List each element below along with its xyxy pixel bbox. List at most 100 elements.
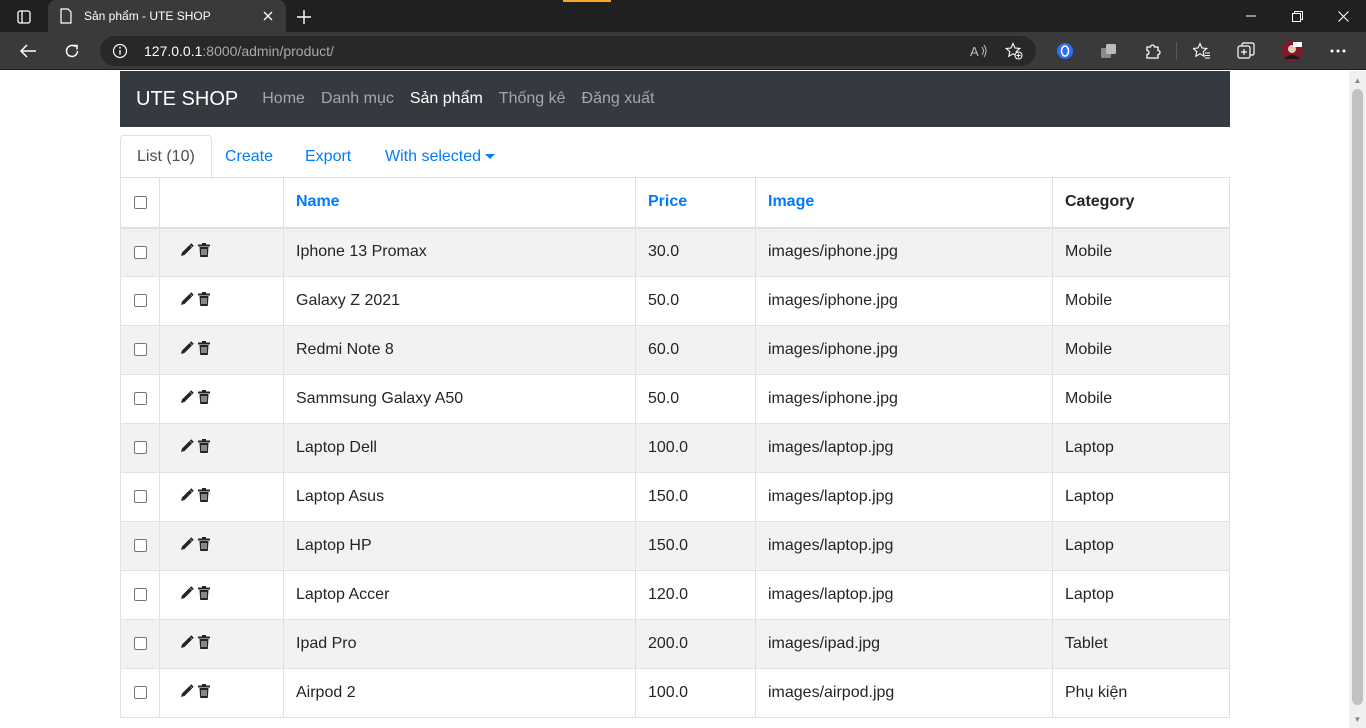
scroll-up-icon[interactable]: ▲ (1349, 72, 1366, 88)
cell-price: 50.0 (635, 374, 756, 424)
cell-image: images/iphone.jpg (755, 374, 1053, 424)
tab-close-icon[interactable] (260, 8, 276, 24)
restore-icon[interactable] (1274, 0, 1320, 32)
delete-trash-icon[interactable] (198, 487, 210, 507)
address-bar[interactable]: 127.0.0.1:8000/admin/product/ A (100, 36, 1036, 66)
row-select-cell (120, 374, 160, 424)
row-checkbox[interactable] (134, 637, 147, 651)
cell-name: Laptop Dell (283, 423, 636, 473)
table-row: Sammsung Galaxy A50 50.0 images/iphone.jpg… (120, 374, 1230, 424)
edit-pencil-icon[interactable] (180, 634, 194, 654)
delete-trash-icon[interactable] (198, 683, 210, 703)
new-tab-icon[interactable] (292, 6, 316, 28)
nav-link-thong-ke[interactable]: Thống kê (491, 90, 574, 108)
cell-category: Laptop (1052, 423, 1230, 473)
table-row: Laptop Dell 100.0 images/laptop.jpg Laptop (120, 423, 1230, 473)
row-checkbox[interactable] (134, 490, 147, 504)
site-info-icon[interactable] (112, 43, 128, 59)
row-checkbox[interactable] (134, 441, 147, 455)
header-select-all-cell (120, 177, 160, 229)
close-window-icon[interactable] (1320, 0, 1366, 32)
tab-list[interactable]: List (10) (120, 135, 212, 179)
read-aloud-icon[interactable]: A (964, 36, 994, 66)
delete-trash-icon[interactable] (198, 585, 210, 605)
add-favorite-icon[interactable] (999, 36, 1029, 66)
cell-image: images/iphone.jpg (755, 325, 1053, 375)
cell-category: Mobile (1052, 325, 1230, 375)
nav-link-danh-muc[interactable]: Danh mục (313, 90, 402, 108)
nav-link-home[interactable]: Home (254, 90, 313, 108)
extensions-icon[interactable] (1138, 37, 1168, 65)
tab-create[interactable]: Create (209, 135, 289, 178)
scroll-thumb[interactable] (1352, 89, 1363, 705)
cell-image: images/laptop.jpg (755, 423, 1053, 473)
cell-price: 150.0 (635, 521, 756, 571)
tab-with-selected[interactable]: With selected (369, 135, 511, 178)
svg-text:A: A (970, 44, 979, 58)
refresh-icon[interactable] (57, 37, 87, 65)
header-image[interactable]: Image (755, 177, 1053, 229)
delete-trash-icon[interactable] (198, 634, 210, 654)
tab-actions-icon[interactable] (10, 6, 38, 28)
delete-trash-icon[interactable] (198, 340, 210, 360)
edit-pencil-icon[interactable] (180, 487, 194, 507)
cell-name: Sammsung Galaxy A50 (283, 374, 636, 424)
row-checkbox[interactable] (134, 539, 147, 553)
row-checkbox[interactable] (134, 245, 147, 259)
cell-category: Mobile (1052, 227, 1230, 277)
cell-image: images/laptop.jpg (755, 570, 1053, 620)
extension-blue-icon[interactable] (1050, 37, 1080, 65)
more-options-icon[interactable] (1323, 37, 1353, 65)
table-row: Redmi Note 8 60.0 images/iphone.jpg Mobile (120, 325, 1230, 375)
profile-avatar[interactable] (1277, 37, 1307, 65)
select-all-checkbox[interactable] (134, 195, 147, 209)
cell-category: Mobile (1052, 276, 1230, 326)
page-scrollbar[interactable]: ▲ ▼ (1349, 71, 1366, 728)
delete-trash-icon[interactable] (198, 291, 210, 311)
edit-pencil-icon[interactable] (180, 438, 194, 458)
favorites-icon[interactable] (1187, 37, 1217, 65)
header-price[interactable]: Price (635, 177, 756, 229)
delete-trash-icon[interactable] (198, 242, 210, 262)
edit-pencil-icon[interactable] (180, 243, 194, 262)
delete-trash-icon[interactable] (198, 536, 210, 556)
header-category: Category (1052, 177, 1230, 229)
row-checkbox[interactable] (134, 343, 147, 357)
back-icon[interactable] (13, 37, 43, 65)
table-body: Iphone 13 Promax 30.0 images/iphone.jpg Mob… (120, 227, 1230, 718)
tab-export[interactable]: Export (289, 135, 367, 178)
browser-tab[interactable]: Sản phẩm - UTE SHOP (48, 0, 286, 32)
collections-icon[interactable] (1231, 37, 1261, 65)
cell-price: 200.0 (635, 619, 756, 669)
minimize-icon[interactable] (1228, 0, 1274, 32)
delete-trash-icon[interactable] (198, 438, 210, 458)
table-row: Laptop Asus 150.0 images/laptop.jpg Laptop (120, 472, 1230, 522)
scroll-down-icon[interactable]: ▼ (1349, 711, 1366, 727)
collections-extension-icon[interactable] (1094, 37, 1124, 65)
navbar-brand[interactable]: UTE SHOP (136, 88, 238, 111)
row-actions-cell (159, 619, 284, 669)
table-row: Iphone 13 Promax 30.0 images/iphone.jpg Mob… (120, 227, 1230, 277)
row-actions-cell (159, 521, 284, 571)
edit-pencil-icon[interactable] (180, 683, 194, 703)
edit-pencil-icon[interactable] (180, 585, 194, 605)
edit-pencil-icon[interactable] (180, 291, 194, 311)
edit-pencil-icon[interactable] (180, 536, 194, 556)
row-checkbox[interactable] (134, 686, 147, 700)
row-actions-cell (159, 570, 284, 620)
row-actions-cell (159, 276, 284, 326)
delete-trash-icon[interactable] (198, 389, 210, 409)
edit-pencil-icon[interactable] (180, 389, 194, 409)
page-viewport: UTE SHOP Home Danh mục Sản phẩm Thống kê… (0, 71, 1349, 728)
nav-link-dang-xuat[interactable]: Đăng xuất (574, 90, 663, 108)
row-checkbox[interactable] (134, 392, 147, 406)
header-name[interactable]: Name (283, 177, 636, 229)
row-checkbox[interactable] (134, 294, 147, 308)
nav-link-san-pham[interactable]: Sản phẩm (402, 90, 491, 108)
header-actions-cell (159, 177, 284, 229)
cell-category: Laptop (1052, 570, 1230, 620)
cell-price: 60.0 (635, 325, 756, 375)
row-checkbox[interactable] (134, 588, 147, 602)
cell-category: Laptop (1052, 521, 1230, 571)
edit-pencil-icon[interactable] (180, 340, 194, 360)
